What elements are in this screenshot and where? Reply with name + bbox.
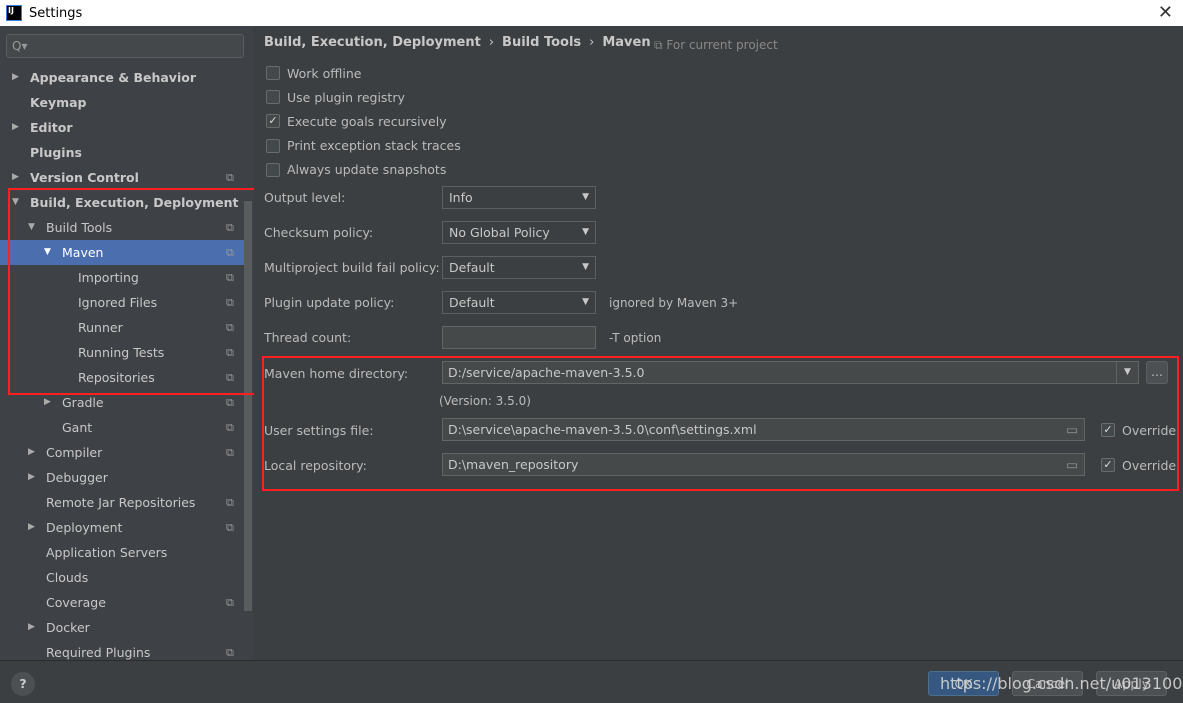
checkbox-icon <box>266 66 280 80</box>
output-level-value: Info <box>449 190 473 205</box>
sidebar-item[interactable]: Clouds <box>0 565 244 590</box>
project-scope-icon: ⧉ <box>226 171 234 184</box>
sidebar-item[interactable]: ▶ Editor <box>0 115 244 140</box>
plugin-update-select[interactable]: Default ▼ <box>442 291 596 314</box>
sidebar-item-label: Debugger <box>46 470 108 485</box>
window-title: Settings <box>29 5 83 21</box>
breadcrumb-item: Maven <box>602 35 651 50</box>
sidebar-item-label: Clouds <box>46 570 89 585</box>
plugin-update-hint: ignored by Maven 3+ <box>609 296 739 310</box>
sidebar-item-label: Coverage <box>46 595 106 610</box>
sidebar-item-label: Gant <box>62 420 93 435</box>
checkbox-option[interactable]: Work offline <box>266 64 361 82</box>
intellij-logo-icon: IJ <box>6 5 22 21</box>
expand-arrow-icon[interactable]: ▶ <box>28 615 35 640</box>
project-scope-icon: ⧉ <box>226 446 234 459</box>
checksum-policy-label: Checksum policy: <box>264 225 374 240</box>
chevron-down-icon: ▼ <box>582 227 589 237</box>
expand-arrow-icon[interactable]: ▶ <box>28 515 35 540</box>
highlight-box-sidebar <box>8 188 259 395</box>
checkbox-option[interactable]: ✓ Execute goals recursively <box>266 112 447 130</box>
checksum-policy-select[interactable]: No Global Policy ▼ <box>442 221 596 244</box>
sidebar-item[interactable]: ▶ Appearance & Behavior <box>0 65 244 90</box>
dialog-footer: ? OK Cancel Apply https://blog.csdn.net/… <box>0 660 1183 703</box>
checkbox-icon <box>266 138 280 153</box>
chevron-down-icon: ▼ <box>582 192 589 202</box>
sidebar-item-label: Required Plugins <box>46 645 151 660</box>
sidebar-item[interactable]: Keymap <box>0 90 244 115</box>
checkbox-label: Work offline <box>287 65 362 81</box>
watermark: https://blog.csdn.net/u013100581 <box>940 674 1183 693</box>
sidebar-item-label: Docker <box>46 620 90 635</box>
breadcrumb-item[interactable]: Build, Execution, Deployment <box>264 35 481 50</box>
chevron-down-icon: ▼ <box>582 262 589 272</box>
sidebar-item[interactable]: Gant ⧉ <box>0 415 244 440</box>
expand-arrow-icon[interactable]: ▶ <box>12 65 19 90</box>
breadcrumb-item[interactable]: Build Tools <box>502 35 581 50</box>
project-scope-icon: ⧉ <box>226 521 234 534</box>
plugin-update-label: Plugin update policy: <box>264 295 395 310</box>
breadcrumb-separator: › <box>488 35 495 50</box>
output-level-label: Output level: <box>264 190 346 205</box>
sidebar-item[interactable]: Coverage ⧉ <box>0 590 244 615</box>
close-icon[interactable]: ✕ <box>1158 2 1173 23</box>
project-scope-icon: ⧉ <box>226 596 234 609</box>
sidebar-item[interactable]: ▶ Docker <box>0 615 244 640</box>
checkbox-option[interactable]: Print exception stack traces <box>266 137 461 155</box>
sidebar-item-label: Editor <box>30 120 73 135</box>
checkbox-icon <box>266 90 280 105</box>
sidebar-item[interactable]: Required Plugins ⧉ <box>0 640 244 660</box>
thread-count-input[interactable] <box>442 326 596 349</box>
multiproject-label: Multiproject build fail policy: <box>264 260 440 275</box>
breadcrumb: Build, Execution, Deployment › Build Tools… <box>264 35 651 50</box>
sidebar-item[interactable]: Remote Jar Repositories ⧉ <box>0 490 244 515</box>
thread-count-hint: -T option <box>609 331 662 345</box>
plugin-update-value: Default <box>449 295 495 310</box>
help-button[interactable]: ? <box>11 672 35 696</box>
thread-count-label: Thread count: <box>264 330 352 345</box>
expand-arrow-icon[interactable]: ▶ <box>28 465 35 490</box>
sidebar-item-label: Appearance & Behavior <box>30 70 196 85</box>
expand-arrow-icon[interactable]: ▶ <box>12 115 19 140</box>
multiproject-select[interactable]: Default ▼ <box>442 256 596 279</box>
project-scope-icon: ⧉ <box>226 421 234 434</box>
output-level-select[interactable]: Info ▼ <box>442 186 596 209</box>
sidebar-item-label: Keymap <box>30 95 87 110</box>
search-input[interactable]: Q▾ <box>6 34 244 58</box>
sidebar-item-label: Plugins <box>30 145 82 160</box>
title-bar: IJ Settings ✕ <box>0 0 1183 26</box>
sidebar-item-label: Remote Jar Repositories <box>46 495 196 510</box>
sidebar-item[interactable]: ▶ Deployment ⧉ <box>0 515 244 540</box>
sidebar-item[interactable]: ▶ Debugger <box>0 465 244 490</box>
checksum-policy-value: No Global Policy <box>449 225 550 240</box>
sidebar-item[interactable]: ▶ Compiler ⧉ <box>0 440 244 465</box>
checkbox-option[interactable]: Always update snapshots <box>266 161 446 179</box>
maven-settings-panel: Build, Execution, Deployment › Build Tools… <box>254 26 1183 660</box>
checkbox-icon: ✓ <box>266 114 280 129</box>
project-scope-icon: ⧉ <box>226 646 234 659</box>
expand-arrow-icon[interactable]: ▶ <box>28 440 35 465</box>
highlight-box-maven-paths <box>262 356 1179 491</box>
checkbox-label: Execute goals recursively <box>287 113 447 129</box>
chevron-down-icon: ▼ <box>582 297 589 307</box>
checkbox-option[interactable]: Use plugin registry <box>266 88 405 106</box>
checkbox-label: Use plugin registry <box>287 89 405 105</box>
project-scope-icon: ⧉ <box>226 496 234 509</box>
sidebar-item[interactable]: Application Servers <box>0 540 244 565</box>
sidebar-item-label: Version Control <box>30 170 139 185</box>
sidebar-item-label: Compiler <box>46 445 103 460</box>
multiproject-value: Default <box>449 260 495 275</box>
sidebar-item-label: Deployment <box>46 520 123 535</box>
expand-arrow-icon[interactable]: ▶ <box>12 165 19 190</box>
checkbox-label: Always update snapshots <box>287 162 447 178</box>
checkbox-icon <box>266 162 280 177</box>
sidebar-item-label: Application Servers <box>46 545 168 560</box>
sidebar-item[interactable]: Plugins <box>0 140 244 165</box>
for-current-project-label: ⧉ For current project <box>654 38 778 52</box>
breadcrumb-separator: › <box>589 35 595 50</box>
checkbox-label: Print exception stack traces <box>287 138 461 154</box>
sidebar-item[interactable]: ▶ Version Control ⧉ <box>0 165 244 190</box>
